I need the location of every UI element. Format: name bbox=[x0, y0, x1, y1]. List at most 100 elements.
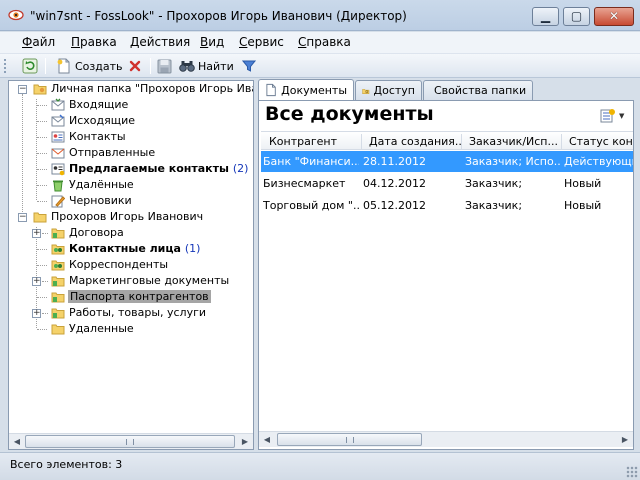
cell-counterparty: Банк "Финанси... bbox=[263, 155, 359, 168]
table-row-selected[interactable]: Банк "Финанси... 28.11.2012 Заказчик; Ис… bbox=[261, 151, 633, 172]
scroll-right-arrow-icon[interactable]: ▶ bbox=[617, 432, 633, 447]
folder-icon bbox=[51, 292, 65, 303]
tab-label: Документы bbox=[281, 83, 347, 97]
tab-access[interactable]: Доступ bbox=[355, 80, 422, 100]
expand-icon[interactable]: + bbox=[32, 277, 41, 286]
create-button[interactable]: Создать bbox=[56, 57, 123, 75]
column-header-customer[interactable]: Заказчик/Исп... bbox=[469, 135, 561, 148]
tree-item-correspondents[interactable]: Корреспонденты bbox=[9, 257, 253, 273]
expand-icon[interactable]: + bbox=[32, 309, 41, 318]
filter-button[interactable] bbox=[242, 57, 256, 75]
create-label: Создать bbox=[75, 59, 123, 73]
minimize-button[interactable]: ▁ bbox=[532, 7, 559, 26]
people-folder-icon bbox=[51, 260, 65, 271]
status-bar: Всего элементов: 3 bbox=[0, 452, 640, 480]
tree-label: Корреспонденты bbox=[69, 258, 169, 271]
dropdown-arrow-icon: ▼ bbox=[619, 112, 625, 120]
column-header-status[interactable]: Статус конт bbox=[569, 135, 633, 148]
menu-view[interactable]: Вид bbox=[200, 35, 224, 49]
tree-label: Договора bbox=[69, 226, 124, 239]
find-button[interactable]: Найти bbox=[179, 57, 234, 75]
cell-date: 28.11.2012 bbox=[363, 155, 426, 168]
save-disk-icon bbox=[157, 59, 172, 73]
column-header-counterparty[interactable]: Контрагент bbox=[269, 135, 359, 148]
save-button[interactable] bbox=[157, 57, 172, 75]
scroll-left-arrow-icon[interactable]: ◀ bbox=[9, 434, 25, 449]
menu-service[interactable]: Сервис bbox=[239, 35, 284, 49]
scroll-left-arrow-icon[interactable]: ◀ bbox=[259, 432, 275, 447]
tab-documents[interactable]: Документы bbox=[258, 79, 354, 100]
access-key-icon bbox=[362, 88, 370, 94]
window-title: "win7snt - FossLook" - Прохоров Игорь Ив… bbox=[30, 9, 407, 23]
collapse-icon[interactable]: − bbox=[18, 213, 27, 222]
collapse-icon[interactable]: − bbox=[18, 85, 27, 94]
menu-edit[interactable]: Правка bbox=[71, 35, 117, 49]
cell-customer: Заказчик; bbox=[465, 199, 523, 212]
toolbar-grip[interactable] bbox=[4, 59, 7, 73]
toolbar-separator bbox=[150, 58, 151, 74]
refresh-icon bbox=[22, 58, 38, 74]
binoculars-icon bbox=[179, 61, 195, 72]
table-row[interactable]: Торговый дом "... 05.12.2012 Заказчик; Н… bbox=[261, 195, 633, 216]
tree-item-personal-folder[interactable]: − Личная папка "Прохоров Игорь Ивано bbox=[9, 81, 253, 97]
folder-icon bbox=[51, 276, 65, 287]
close-button[interactable]: ✕ bbox=[594, 7, 634, 26]
column-header-creation-date[interactable]: Дата создания... bbox=[369, 135, 461, 148]
tree-item-proposed-contacts[interactable]: Предлагаемые контакты (2) bbox=[9, 161, 253, 177]
cell-status: Новый bbox=[564, 177, 602, 190]
eye-logo-icon bbox=[8, 9, 24, 21]
resize-grip-icon[interactable] bbox=[626, 466, 638, 478]
view-options-button[interactable]: ▼ bbox=[599, 107, 627, 125]
tree-horizontal-scrollbar[interactable]: ◀ ▶ bbox=[9, 433, 253, 449]
grid-horizontal-scrollbar[interactable]: ◀ ▶ bbox=[259, 431, 633, 447]
tree-label: Предлагаемые контакты (2) bbox=[69, 162, 249, 175]
cell-date: 04.12.2012 bbox=[363, 177, 426, 190]
maximize-button[interactable]: ▢ bbox=[563, 7, 590, 26]
inbox-icon bbox=[51, 98, 65, 111]
personal-folder-icon bbox=[33, 84, 47, 95]
drafts-pencil-icon bbox=[51, 195, 65, 208]
cell-status: Действующи bbox=[564, 155, 633, 168]
tree-item-contacts[interactable]: Контакты bbox=[9, 129, 253, 145]
folder-icon bbox=[51, 228, 65, 239]
tree-item-contact-persons[interactable]: Контактные лица (1) bbox=[9, 241, 253, 257]
tree-item-user-folder[interactable]: − Прохоров Игорь Иванович bbox=[9, 209, 253, 225]
tree-item-deleted[interactable]: Удалённые bbox=[9, 177, 253, 193]
toolbar-separator bbox=[45, 58, 46, 74]
scroll-thumb[interactable] bbox=[25, 435, 235, 448]
tree-label: Контактные лица (1) bbox=[69, 242, 201, 255]
tree-label: Черновики bbox=[69, 194, 132, 207]
tree-label-selected: Паспорта контрагентов bbox=[68, 290, 211, 303]
folder-tree[interactable]: − Личная папка "Прохоров Игорь Ивано Вхо… bbox=[8, 80, 254, 450]
tree-label: Прохоров Игорь Иванович bbox=[51, 210, 204, 223]
tab-folder-properties[interactable]: Свойства папки bbox=[423, 80, 533, 100]
delete-button[interactable] bbox=[128, 57, 142, 75]
title-bar[interactable]: "win7snt - FossLook" - Прохоров Игорь Ив… bbox=[0, 0, 640, 31]
menu-file[interactable]: Файл bbox=[22, 35, 55, 49]
menu-help[interactable]: Справка bbox=[298, 35, 351, 49]
tree-item-counterparty-passports[interactable]: Паспорта контрагентов bbox=[9, 289, 253, 305]
refresh-button[interactable] bbox=[22, 57, 38, 75]
outbox-icon bbox=[51, 114, 65, 127]
table-row[interactable]: Бизнесмаркет 04.12.2012 Заказчик; Новый bbox=[261, 173, 633, 194]
tree-label: Исходящие bbox=[69, 114, 136, 127]
tree-item-inbox[interactable]: Входящие bbox=[9, 97, 253, 113]
expand-icon[interactable]: + bbox=[32, 229, 41, 238]
folder-icon bbox=[51, 308, 65, 319]
scroll-thumb[interactable] bbox=[277, 433, 422, 446]
tree-item-removed[interactable]: Удаленные bbox=[9, 321, 253, 337]
unread-count: (2) bbox=[232, 162, 249, 175]
maximize-icon: ▢ bbox=[570, 9, 583, 23]
cell-date: 05.12.2012 bbox=[363, 199, 426, 212]
tree-item-contracts[interactable]: + Договора bbox=[9, 225, 253, 241]
scroll-right-arrow-icon[interactable]: ▶ bbox=[237, 434, 253, 449]
view-options-icon bbox=[600, 109, 615, 123]
tree-item-drafts[interactable]: Черновики bbox=[9, 193, 253, 209]
menu-bar: Файл Правка Действия Вид Сервис Справка bbox=[0, 32, 640, 54]
tree-item-sent[interactable]: Отправленные bbox=[9, 145, 253, 161]
tab-label: Свойства папки bbox=[434, 84, 527, 97]
tree-item-marketing-docs[interactable]: + Маркетинговые документы bbox=[9, 273, 253, 289]
tree-item-works-goods-services[interactable]: + Работы, товары, услуги bbox=[9, 305, 253, 321]
menu-actions[interactable]: Действия bbox=[130, 35, 190, 49]
tree-item-outbox[interactable]: Исходящие bbox=[9, 113, 253, 129]
